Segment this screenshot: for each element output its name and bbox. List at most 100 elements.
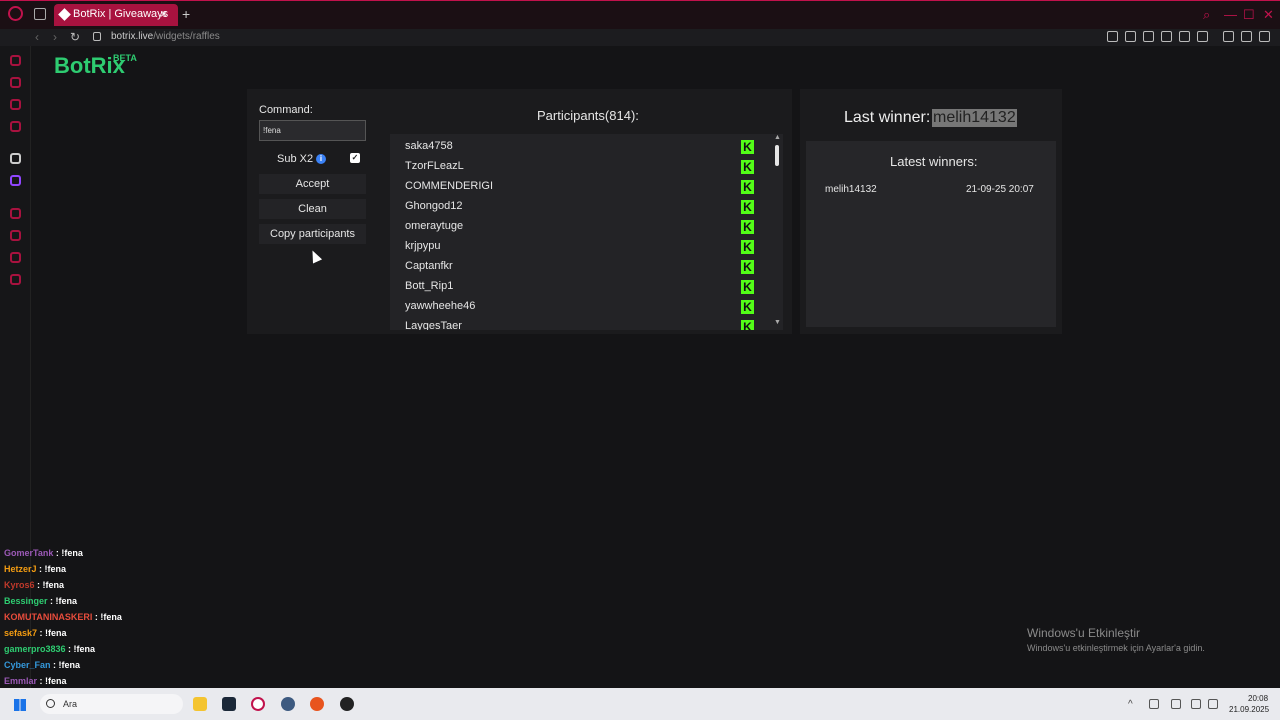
sidebar-messenger-icon[interactable] — [10, 99, 21, 110]
sidebar-ext-icon[interactable] — [10, 77, 21, 88]
kick-icon: K — [741, 140, 754, 154]
search-tabs-icon[interactable]: ⌕ — [1203, 7, 1210, 23]
scroll-down-icon[interactable]: ▼ — [774, 319, 781, 326]
sidebar-extensions-icon[interactable] — [10, 252, 21, 263]
sidebar-twitch-icon[interactable] — [10, 175, 21, 186]
kick-icon: K — [741, 220, 754, 234]
chat-separator: : — [65, 644, 74, 654]
activation-watermark-title: Windows'u Etkinleştir — [1027, 626, 1140, 640]
opera-sidebar — [0, 46, 31, 688]
snapshot-icon[interactable] — [1107, 31, 1118, 42]
participant-name: COMMENDERIGI — [405, 180, 493, 192]
taskbar-search[interactable] — [40, 694, 183, 714]
microphone-icon[interactable] — [1171, 699, 1181, 709]
chat-message: gamerpro3836 : !fena — [4, 644, 95, 654]
new-tab-button[interactable]: + — [182, 6, 190, 22]
account-icon[interactable] — [1223, 31, 1234, 42]
tray-overflow-icon[interactable]: ^ — [1128, 699, 1138, 710]
adblock-icon[interactable] — [1143, 31, 1154, 42]
kick-icon: K — [741, 240, 754, 254]
heart-icon[interactable] — [1197, 31, 1208, 42]
kick-icon: K — [741, 320, 754, 330]
tab-title: BotRix | Giveaways — [73, 8, 169, 20]
capture-icon[interactable] — [1125, 31, 1136, 42]
winner-name: melih14132 — [825, 184, 877, 195]
participants-list[interactable]: saka4758 K TzorFLeazL K COMMENDERIGI K Ghongod… — [390, 134, 783, 330]
chat-username: HetzerJ — [4, 564, 37, 574]
chat-message: Bessinger : !fena — [4, 596, 77, 606]
reload-icon[interactable]: ↻ — [70, 30, 80, 44]
tab-list-icon[interactable] — [34, 8, 46, 20]
chat-text: !fena — [58, 660, 81, 670]
chat-text: !fena — [100, 612, 122, 622]
app-icon[interactable] — [281, 697, 295, 711]
chat-message: Cyber_Fan : !fena — [4, 660, 80, 670]
onedrive-icon[interactable] — [1149, 699, 1159, 709]
kick-icon: K — [741, 260, 754, 274]
sidebar-settings-icon[interactable] — [10, 274, 21, 285]
tab-close-icon[interactable]: × — [160, 7, 167, 21]
participant-name: Captanfkr — [405, 260, 453, 272]
translate-icon[interactable] — [1161, 31, 1172, 42]
chat-message: Emmlar : !fena — [4, 676, 67, 686]
sub-x2-checkbox[interactable]: ✓ — [350, 153, 360, 163]
chat-text: !fena — [42, 580, 65, 590]
copy-participants-button[interactable]: Copy participants — [259, 224, 366, 244]
clock-date[interactable]: 21.09.2025 — [1229, 705, 1269, 714]
chat-separator: : — [36, 564, 45, 574]
back-icon[interactable]: ‹ — [35, 30, 39, 44]
sidebar-history-icon[interactable] — [10, 230, 21, 241]
scroll-up-icon[interactable]: ▲ — [774, 134, 781, 141]
network-icon[interactable] — [1191, 699, 1201, 709]
opera-gx-icon[interactable] — [251, 697, 265, 711]
info-icon[interactable]: i — [316, 154, 326, 164]
clean-button[interactable]: Clean — [259, 199, 366, 219]
last-winner-label: Last winner: — [844, 109, 931, 126]
participant-name: yawwheehe46 — [405, 300, 476, 312]
url-field[interactable]: botrix.live/widgets/raffles — [111, 31, 220, 42]
steam-icon[interactable] — [222, 697, 236, 711]
chat-text: !fena — [45, 628, 67, 638]
command-label: Command: — [259, 104, 313, 116]
taskbar-search-placeholder: Ara — [63, 699, 78, 709]
url-host: botrix.live — [111, 31, 154, 42]
windows-taskbar — [0, 688, 1280, 720]
sidebar-kick-icon[interactable] — [10, 153, 21, 164]
participant-name: LaygesTaer — [405, 320, 462, 330]
sidebar-player-icon[interactable] — [10, 121, 21, 132]
volume-icon[interactable] — [1208, 699, 1218, 709]
latest-winners-title: Latest winners: — [890, 154, 978, 169]
firefox-icon[interactable] — [310, 697, 324, 711]
command-input[interactable] — [259, 120, 366, 141]
minimize-icon[interactable]: — — [1224, 7, 1237, 22]
file-explorer-icon[interactable] — [193, 697, 207, 711]
maximize-icon[interactable]: ☐ — [1243, 7, 1255, 23]
chat-text: !fena — [73, 644, 96, 654]
obs-icon[interactable] — [340, 697, 354, 711]
chat-separator: : — [34, 580, 43, 590]
participant-name: TzorFLeazL — [405, 160, 464, 172]
menu-icon[interactable] — [1259, 31, 1270, 42]
tab-botrix-giveaways[interactable]: BotRix | Giveaways × — [54, 4, 178, 26]
opera-logo-icon[interactable] — [8, 6, 23, 21]
sub-x2-label: Sub X2 — [277, 153, 314, 165]
winner-date: 21-09-25 20:07 — [966, 184, 1034, 195]
start-icon[interactable] — [14, 699, 26, 711]
forward-icon[interactable]: › — [53, 30, 57, 44]
player-icon[interactable] — [1179, 31, 1190, 42]
chat-message: GomerTank : !fena — [4, 548, 83, 558]
download-icon[interactable] — [1241, 31, 1252, 42]
chat-username: Kyros6 — [4, 580, 35, 590]
accept-button[interactable]: Accept — [259, 174, 366, 194]
chat-text: !fena — [61, 548, 83, 558]
lock-icon[interactable] — [93, 32, 101, 41]
clock-time[interactable]: 20:08 — [1248, 694, 1268, 703]
sidebar-aria-icon[interactable] — [10, 55, 21, 66]
participant-name: Ghongod12 — [405, 200, 463, 212]
close-window-icon[interactable]: ✕ — [1263, 7, 1274, 23]
chat-username: Cyber_Fan — [4, 660, 51, 670]
sidebar-flow-icon[interactable] — [10, 208, 21, 219]
last-winner-name[interactable]: melih14132 — [932, 109, 1017, 127]
participant-name: omeraytuge — [405, 220, 464, 232]
scrollbar-thumb[interactable] — [775, 145, 779, 166]
